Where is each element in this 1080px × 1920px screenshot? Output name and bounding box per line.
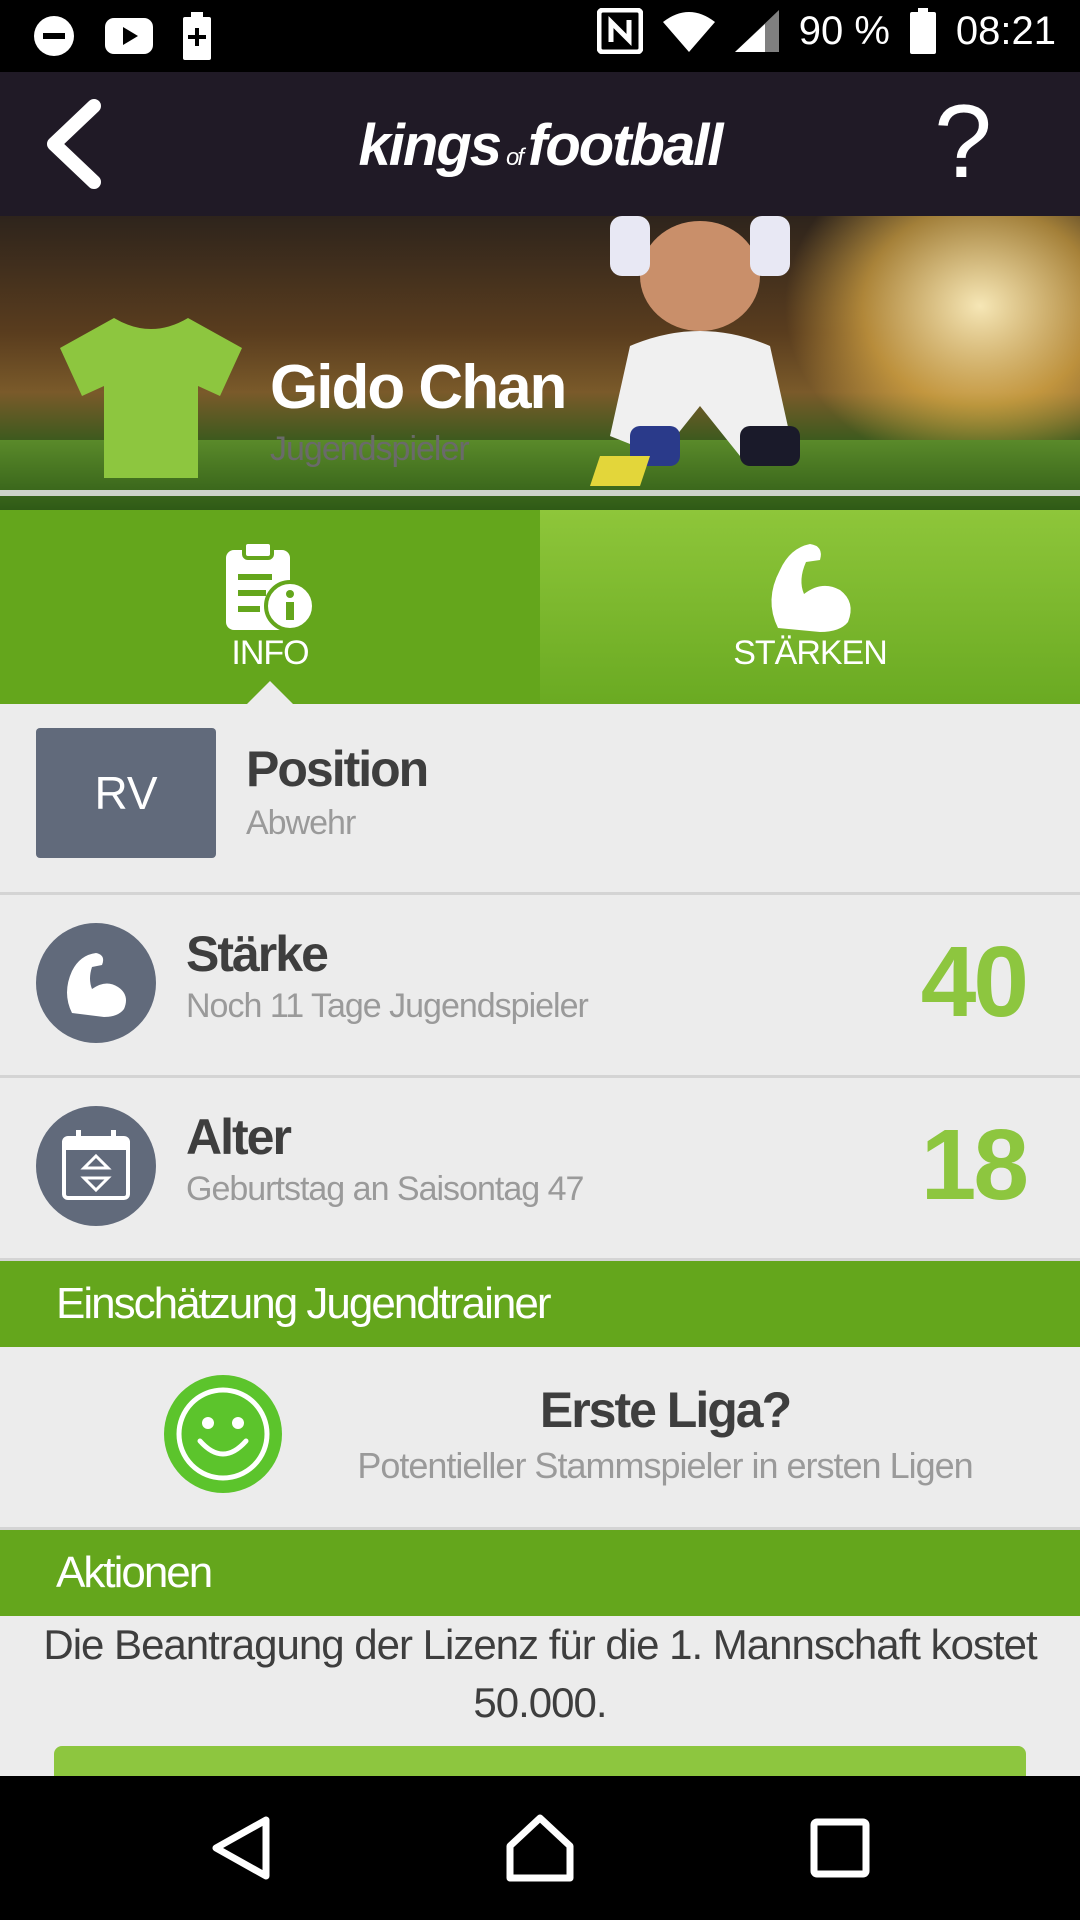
help-button[interactable]: ? [934,90,992,194]
tab-info[interactable]: INFO [0,510,540,705]
assessment-header: Einschätzung Jugendtrainer [0,1261,1080,1347]
logo-word-kings: kings [358,113,502,178]
player-hero: Gido Chan Jugendspieler [0,216,1080,510]
actions-text: Die Beantragung der Lizenz für die 1. Ma… [43,1621,1037,1726]
active-tab-indicator [246,681,294,705]
alter-row: Alter Geburtstag an Saisontag 47 18 [0,1078,1080,1261]
home-icon[interactable] [504,1812,576,1884]
recents-icon[interactable] [804,1812,876,1884]
alter-title: Alter [186,1109,292,1165]
tab-staerken[interactable]: STÄRKEN [540,510,1080,704]
staerke-title: Stärke [186,926,329,982]
position-badge: RV [36,728,216,858]
celebrating-player-image [590,216,800,486]
actions-header: Aktionen [0,1530,1080,1616]
battery-saver-icon [183,12,211,60]
alter-icon-circle [36,1106,156,1226]
system-nav-bar [0,1776,1080,1920]
staerke-row: Stärke Noch 11 Tage Jugendspieler 40 [0,895,1080,1078]
tab-staerken-label: STÄRKEN [733,634,888,672]
app-header: kings of football ? [0,72,1080,216]
staerke-icon-circle [36,923,156,1043]
shirt-icon [60,318,242,478]
actions-header-label: Aktionen [56,1548,213,1597]
bicep-icon [771,544,851,632]
assessment-title: Erste Liga? [539,1382,792,1438]
youtube-icon [105,18,153,54]
alter-subtitle: Geburtstag an Saisontag 47 [186,1170,584,1208]
nfc-icon [596,8,643,54]
assessment-subtitle: Potentieller Stammspieler in ersten Lige… [357,1445,973,1486]
wifi-icon [662,12,715,52]
battery-percent: 90 % [798,8,890,53]
player-subtitle: Jugendspieler [270,430,470,468]
staerke-value: 40 [920,926,1029,1038]
player-name: Gido Chan [270,353,567,422]
staerke-subtitle: Noch 11 Tage Jugendspieler [186,987,589,1025]
clipboard-info-icon [226,540,316,632]
clock: 08:21 [955,8,1056,53]
assessment-header-label: Einschätzung Jugendtrainer [56,1279,551,1328]
battery-icon [909,8,936,54]
signal-icon [734,10,779,52]
tab-bar: INFO STÄRKEN [0,510,1080,705]
status-bar: 90 % 08:21 [0,0,1080,72]
position-title: Position [246,741,429,797]
position-row: RV Position Abwehr [0,704,1080,895]
position-subtitle: Abwehr [246,804,356,842]
app-logo: kings of football [0,112,1080,179]
do-not-disturb-icon [34,16,74,56]
alter-value: 18 [920,1109,1029,1221]
back-triangle-icon[interactable] [204,1812,276,1884]
assessment-row: Erste Liga? Potentieller Stammspieler in… [0,1347,1080,1530]
calendar-icon [62,1130,130,1200]
logo-word-of: of [506,144,524,171]
tab-info-label: INFO [231,634,309,672]
bicep-icon [67,953,126,1017]
logo-word-football: football [528,113,723,178]
